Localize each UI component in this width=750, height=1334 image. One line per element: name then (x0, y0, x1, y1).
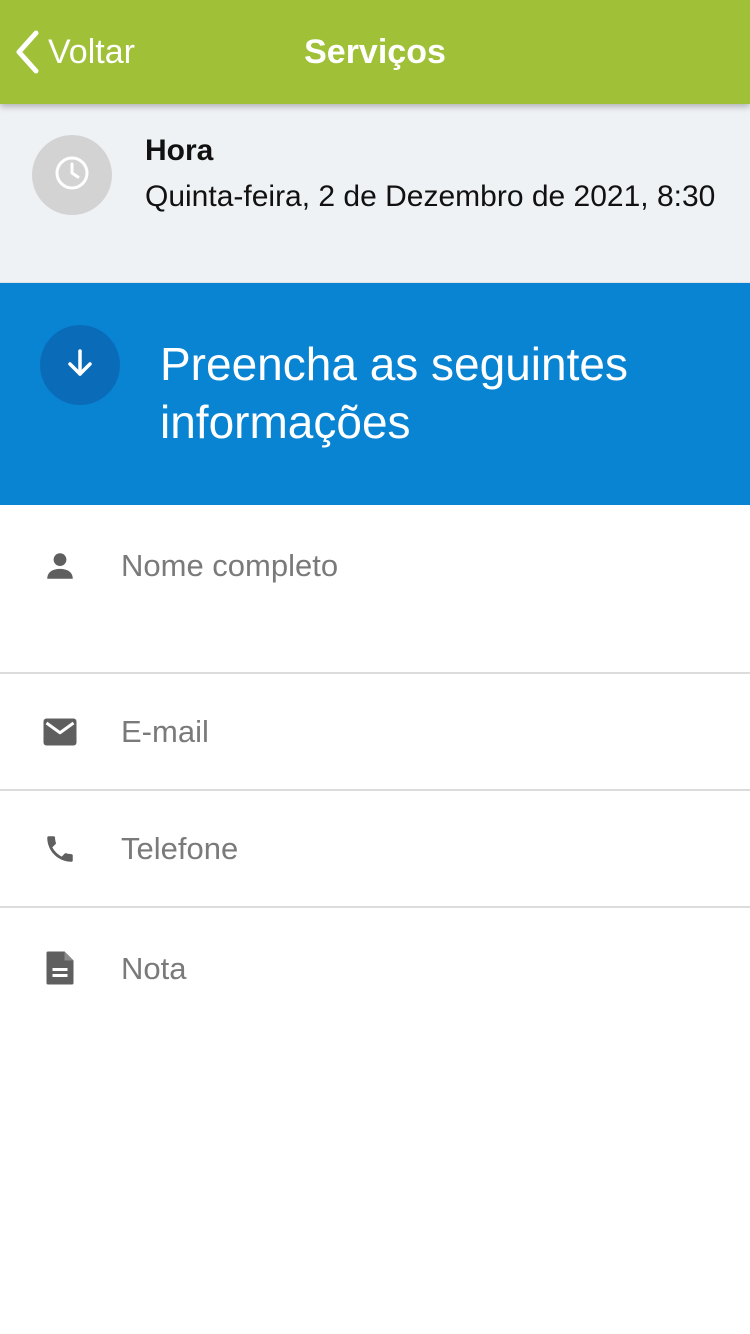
email-field[interactable]: E-mail (0, 674, 750, 791)
phone-placeholder: Telefone (121, 831, 239, 866)
form-instructions-title: Preencha as seguintes informações (160, 338, 628, 448)
arrow-down-icon (64, 347, 96, 384)
arrow-down-badge (40, 325, 120, 405)
note-field[interactable]: Nota (0, 908, 750, 1038)
note-placeholder: Nota (121, 951, 187, 986)
time-label: Hora (145, 134, 214, 167)
person-icon (40, 546, 80, 586)
page-title: Serviços (304, 33, 446, 71)
time-info-section: Hora Quinta-feira, 2 de Dezembro de 2021… (0, 104, 750, 283)
clock-icon-badge (32, 135, 112, 215)
phone-field[interactable]: Telefone (0, 791, 750, 908)
clock-icon (54, 155, 90, 196)
time-value: Quinta-feira, 2 de Dezembro de 2021, 8:3… (145, 180, 716, 213)
mail-icon (40, 712, 80, 752)
full-name-placeholder: Nome completo (121, 548, 339, 583)
full-name-field[interactable]: Nome completo (0, 506, 750, 674)
top-nav-bar: Voltar Serviços (0, 0, 750, 104)
form-instructions-header: Preencha as seguintes informações (0, 283, 750, 505)
email-placeholder: E-mail (121, 714, 209, 749)
note-icon (40, 948, 80, 988)
phone-icon (40, 829, 80, 869)
